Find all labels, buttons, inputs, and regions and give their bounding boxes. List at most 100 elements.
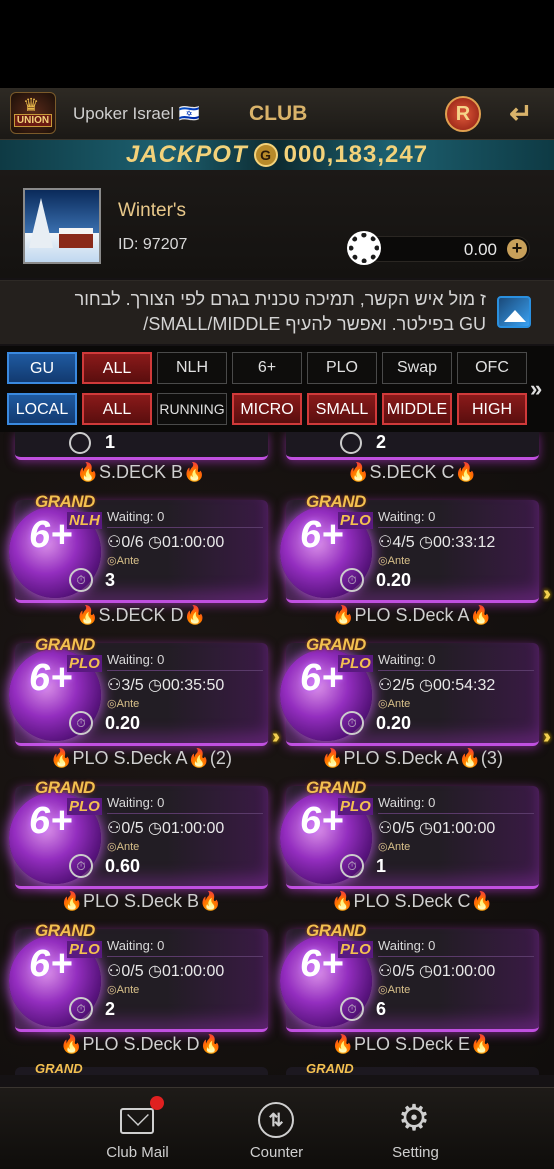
- filter-middle[interactable]: MIDDLE: [382, 393, 452, 425]
- notice-bar: ז מול איש הקשר, תמיכה טכנית בגרם לפי הצו…: [0, 280, 554, 344]
- card-divider: [107, 956, 263, 957]
- game-type-badge: PLO: [338, 655, 373, 672]
- filter-small[interactable]: SMALL: [307, 393, 377, 425]
- nav-setting[interactable]: ⚙ Setting: [346, 1088, 485, 1169]
- grand-logo: GRAND: [306, 778, 366, 797]
- notice-line-1: ז מול איש הקשר, תמיכה טכנית בגרם לפי הצו…: [74, 289, 486, 309]
- table-card-partial[interactable]: 1: [15, 432, 268, 460]
- six-plus-logo: 6+: [300, 657, 344, 699]
- table-card[interactable]: 6+ GRAND PLO Waiting: 0 ⚇0/5 ◷01:00:00 ◎Ante ⏱…: [9, 921, 268, 1032]
- six-plus-logo: 6+: [300, 514, 344, 556]
- ante-text: Ante: [116, 555, 140, 567]
- jackpot-value: 000,183,247: [283, 141, 429, 168]
- club-avatar[interactable]: [23, 188, 101, 264]
- game-type-badge: PLO: [338, 941, 373, 958]
- table-name: 🔥PLO S.Deck C🔥: [331, 891, 493, 911]
- ante-label: ◎Ante: [107, 840, 139, 853]
- grand-logo: GRAND: [35, 492, 95, 511]
- notification-badge: [150, 1096, 164, 1110]
- filter-nlh[interactable]: NLH: [157, 352, 227, 384]
- table-card-partial[interactable]: 2: [286, 432, 539, 460]
- filter-ofc[interactable]: OFC: [457, 352, 527, 384]
- balance-bar[interactable]: 0.00 +: [366, 236, 530, 262]
- grand-logo: GRAND: [35, 635, 95, 654]
- players-count: 4/5: [392, 534, 415, 551]
- six-plus-logo: 6+: [29, 943, 73, 985]
- ante-coin-icon: ◎: [107, 841, 117, 853]
- table-card-partial[interactable]: GRAND: [286, 1061, 539, 1075]
- nav-label: Counter: [249, 1144, 304, 1161]
- ante-coin-icon: ◎: [107, 555, 117, 567]
- clock-icon: ◷: [414, 677, 433, 694]
- table-name: 🔥PLO S.Deck B🔥: [60, 891, 222, 911]
- players-count: 0/5: [392, 963, 415, 980]
- r-button[interactable]: R: [445, 96, 481, 132]
- more-filters-icon[interactable]: »: [530, 376, 542, 402]
- running-arrows-icon: ›››: [543, 726, 551, 748]
- table-card[interactable]: 6+ GRAND PLO Waiting: 0 ⚇0/5 ◷01:00:00 ◎Ante ⏱…: [9, 778, 268, 889]
- timer-icon: ⏱: [69, 568, 93, 592]
- table-card[interactable]: 6+ GRAND PLO Waiting: 0 ⚇0/5 ◷01:00:00 ◎Ante ⏱…: [280, 778, 539, 889]
- table-name: 🔥PLO S.Deck A🔥: [332, 605, 492, 625]
- card-divider: [378, 956, 534, 957]
- ante-coin-icon: ◎: [107, 984, 117, 996]
- table-card[interactable]: 6+ GRAND PLO Waiting: 0 ⚇4/5 ◷00:33:12 ◎Ante ⏱…: [280, 492, 551, 605]
- clock-icon: ◷: [143, 534, 162, 551]
- club-profile: Winter's ID: 97207 0.00 +: [0, 170, 554, 278]
- table-card[interactable]: 6+ GRAND PLO Waiting: 0 ⚇2/5 ◷00:54:32 ◎Ante ⏱…: [280, 635, 551, 748]
- add-chips-button[interactable]: +: [507, 239, 527, 259]
- players-icon: ⚇: [378, 677, 393, 694]
- ante-text: Ante: [387, 984, 411, 996]
- player-time-row: ⚇0/5 ◷01:00:00: [378, 961, 495, 981]
- table-card[interactable]: 6+ GRAND PLO Waiting: 0 ⚇0/5 ◷01:00:00 ◎Ante ⏱…: [280, 921, 539, 1032]
- grand-logo: GRAND: [306, 635, 366, 654]
- nav-label: Club Mail: [106, 1144, 169, 1161]
- balance-value: 0.00: [463, 240, 497, 259]
- table-card[interactable]: 6+ GRAND NLH Waiting: 0 ⚇0/6 ◷01:00:00 ◎Ante ⏱…: [9, 492, 268, 603]
- back-arrow-icon[interactable]: ↵: [505, 98, 537, 130]
- ante-text: Ante: [116, 698, 140, 710]
- filter-six-plus[interactable]: 6+: [232, 352, 302, 384]
- filter-all-games[interactable]: ALL: [82, 352, 152, 384]
- jackpot-banner[interactable]: JACKPOT G 000,183,247: [0, 140, 554, 170]
- players-count: 0/5: [121, 963, 144, 980]
- ante-text: Ante: [116, 984, 140, 996]
- ante-coin-icon: ◎: [378, 984, 388, 996]
- card-divider: [378, 527, 534, 528]
- table-card[interactable]: 6+ GRAND PLO Waiting: 0 ⚇3/5 ◷00:35:50 ◎Ante ⏱…: [9, 635, 280, 748]
- nav-club-mail[interactable]: Club Mail: [68, 1088, 207, 1169]
- filter-plo[interactable]: PLO: [307, 352, 377, 384]
- player-time-row: ⚇0/5 ◷01:00:00: [107, 818, 224, 838]
- mail-icon: [120, 1108, 154, 1134]
- ante-label: ◎Ante: [378, 983, 410, 996]
- time-remaining: 01:00:00: [162, 534, 225, 551]
- players-icon: ⚇: [107, 820, 122, 837]
- table-list[interactable]: 1 2 🔥S.DECK B🔥 6+ GRAND NLH Waiting: 0 ⚇0/6 ◷…: [0, 432, 554, 1075]
- timer-icon: ⏱: [340, 711, 364, 735]
- club-name: Upoker Israel 🇮🇱: [73, 104, 200, 123]
- filter-gu[interactable]: GU: [7, 352, 77, 384]
- union-logo[interactable]: ♛ UNION: [10, 92, 56, 134]
- filter-high[interactable]: HIGH: [457, 393, 527, 425]
- table-name: 🔥PLO S.Deck A🔥(2): [50, 748, 232, 768]
- players-icon: ⚇: [378, 820, 393, 837]
- players-icon: ⚇: [378, 534, 393, 551]
- timer-icon: ⏱: [340, 568, 364, 592]
- nav-counter[interactable]: ⇅ Counter: [207, 1088, 346, 1169]
- notice-line-2: GU בפילטר. ואפשר להעיף SMALL/MIDDLE/: [143, 314, 486, 334]
- filter-micro[interactable]: MICRO: [232, 393, 302, 425]
- game-type-badge: PLO: [67, 798, 102, 815]
- ante-text: Ante: [116, 841, 140, 853]
- filter-swap[interactable]: Swap: [382, 352, 452, 384]
- table-name: 🔥S.DECK D🔥: [76, 605, 206, 625]
- filter-running[interactable]: RUNNING: [157, 393, 227, 425]
- six-plus-logo: 6+: [300, 943, 344, 985]
- table-card-partial[interactable]: GRAND: [15, 1061, 268, 1075]
- grand-logo: GRAND: [306, 921, 366, 940]
- filter-local[interactable]: LOCAL: [7, 393, 77, 425]
- filter-all-stakes[interactable]: ALL: [82, 393, 152, 425]
- waiting-count: Waiting: 0: [378, 938, 436, 953]
- players-icon: ⚇: [107, 534, 122, 551]
- image-icon[interactable]: [497, 296, 531, 328]
- players-icon: ⚇: [107, 677, 122, 694]
